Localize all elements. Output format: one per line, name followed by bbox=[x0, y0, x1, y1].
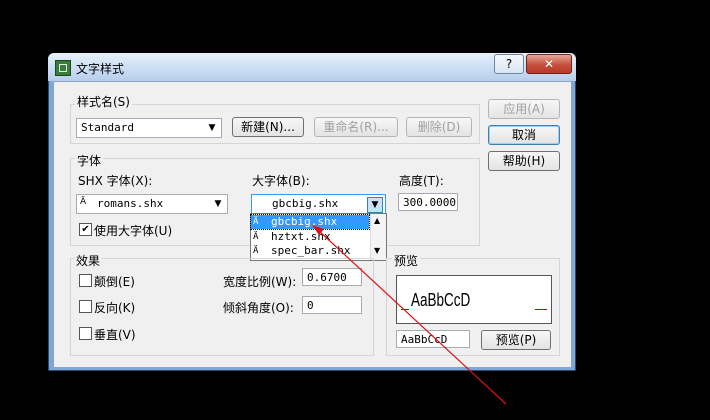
annotation-arrow bbox=[312, 225, 507, 405]
